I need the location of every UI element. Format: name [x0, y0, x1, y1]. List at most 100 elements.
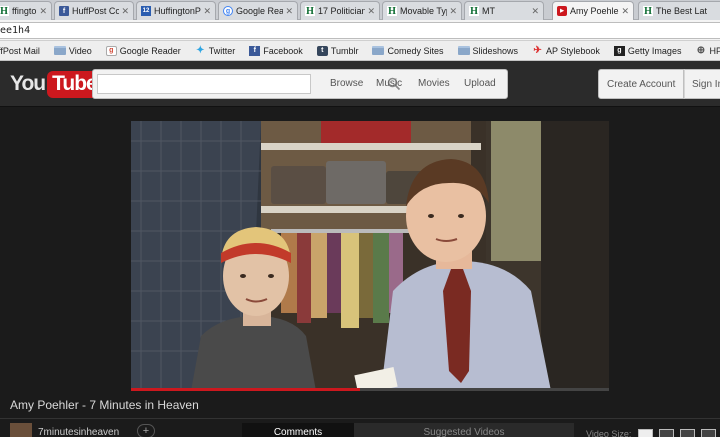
folder-icon [372, 46, 385, 55]
close-icon[interactable]: ✕ [39, 6, 47, 17]
bookmark-item[interactable]: t Tumblr [316, 45, 359, 56]
avatar[interactable] [10, 423, 32, 437]
browser-tab[interactable]: g Google Read ✕ [218, 1, 298, 20]
video-progress-fill [131, 388, 361, 391]
browser-tab[interactable]: H 17 Politician ✕ [300, 1, 380, 20]
bookmark-item[interactable]: g Getty Images [613, 45, 682, 56]
bookmarks-bar: ffPost Mail Video g Google Reader ✦ Twit… [0, 41, 720, 61]
google-reader-icon: g [105, 45, 117, 56]
url-input[interactable]: ee1h4 [0, 22, 720, 39]
bookmark-folder[interactable]: Video [53, 45, 92, 56]
video-size-small-button[interactable] [638, 429, 653, 437]
video-frame [131, 121, 609, 391]
bookmark-label: HP Sh [709, 45, 720, 56]
h-icon: H [387, 5, 397, 17]
bookmark-folder[interactable]: Comedy Sites [372, 45, 444, 56]
folder-icon [457, 46, 470, 55]
video-tabs: Comments Suggested Videos [242, 423, 574, 437]
video-title: Amy Poehler - 7 Minutes in Heaven [10, 398, 199, 412]
ap-icon: ✈ [533, 45, 542, 56]
video-size-label: Video Size: [586, 429, 632, 437]
video-actions-bar: 7minutesinheaven + Comments Suggested Vi… [0, 418, 720, 437]
nav-upload[interactable]: Upload [464, 78, 496, 89]
bookmark-label: Twitter [208, 45, 236, 56]
tab-title: The Best Lat [656, 6, 708, 16]
video-size-large-button[interactable] [680, 429, 695, 437]
nav-movies[interactable]: Movies [418, 78, 450, 89]
h-icon: H [305, 5, 315, 17]
tab-title: 17 Politician [318, 6, 366, 16]
bookmark-label: Tumblr [330, 45, 359, 56]
close-icon[interactable]: ✕ [121, 6, 129, 17]
close-icon[interactable]: ✕ [449, 6, 457, 17]
nav-music[interactable]: Music [376, 78, 402, 89]
close-icon[interactable]: ✕ [285, 6, 293, 17]
tab-title: ffington P [12, 6, 37, 16]
search-bar: Browse Music Movies Upload [92, 69, 508, 99]
google-icon: g [223, 6, 233, 16]
close-icon[interactable]: ✕ [203, 6, 211, 17]
bookmark-label: Slideshows [472, 45, 519, 56]
tab-suggested-videos[interactable]: Suggested Videos [354, 423, 574, 437]
tab-title: HuffPost Co [72, 6, 120, 16]
bookmark-item[interactable]: ✈ AP Stylebook [532, 45, 600, 56]
tab-title: HuffingtonP [154, 6, 201, 16]
youtube-logo[interactable]: You Tube [10, 69, 102, 99]
bookmark-folder[interactable]: Slideshows [457, 45, 519, 56]
tab-comments[interactable]: Comments [242, 423, 354, 437]
watch-page: Amy Poehler - 7 Minutes in Heaven 7minut… [0, 107, 720, 437]
browser-tab[interactable]: f HuffPost Co ✕ [54, 1, 134, 20]
h-icon: H [0, 5, 9, 17]
hp-icon: ⊕ [696, 45, 706, 56]
bookmark-item[interactable]: ⊕ HP Sh [695, 45, 720, 56]
bookmark-item[interactable]: g Google Reader [105, 45, 181, 56]
create-account-button[interactable]: Create Account [598, 69, 684, 99]
bookmark-item[interactable]: ✦ Twitter [195, 45, 236, 56]
browser-tab[interactable]: 12 HuffingtonP ✕ [136, 1, 216, 20]
sign-in-button[interactable]: Sign In [684, 69, 720, 99]
browser-tab[interactable]: H The Best Lat [638, 1, 720, 20]
getty-icon: g [613, 45, 625, 56]
youtube-icon: ▶ [557, 6, 567, 16]
bookmark-label: Comedy Sites [387, 45, 444, 56]
close-icon[interactable]: ✕ [367, 6, 375, 17]
search-input[interactable] [97, 74, 311, 94]
bookmark-label: Google Reader [119, 45, 181, 56]
facebook-icon: f [59, 6, 69, 16]
tab-title: MT [482, 6, 495, 16]
bookmark-item[interactable]: f Facebook [249, 45, 303, 56]
tumblr-icon: t [316, 45, 328, 56]
video-player[interactable] [131, 121, 609, 391]
twitter-icon: ✦ [196, 45, 205, 56]
bookmark-label: ffPost Mail [0, 45, 40, 56]
browser-tab[interactable]: H MT ✕ [464, 1, 544, 20]
browser-tab-strip: H ffington P ✕ f HuffPost Co ✕ 12 Huffin… [0, 0, 720, 20]
close-icon[interactable]: ✕ [531, 6, 539, 17]
video-progress-bar[interactable] [131, 388, 609, 391]
tab-title: Amy Poehle [570, 6, 619, 16]
bookmark-label: AP Stylebook [546, 45, 600, 56]
tab-title: Movable Typ [400, 6, 448, 16]
calendar-12-icon: 12 [141, 6, 151, 16]
youtube-header: You Tube Browse Music Movies Upload Crea… [0, 61, 720, 107]
subscribe-button[interactable]: + [137, 424, 155, 437]
video-size-full-button[interactable] [701, 429, 716, 437]
nav-browse[interactable]: Browse [330, 78, 363, 89]
bookmark-item[interactable]: ffPost Mail [0, 46, 40, 56]
close-icon[interactable]: ✕ [621, 6, 629, 17]
browser-tab-active[interactable]: ▶ Amy Poehle ✕ [552, 1, 634, 20]
channel-name[interactable]: 7minutesinheaven [38, 427, 119, 437]
video-size-medium-button[interactable] [659, 429, 674, 437]
facebook-icon: f [249, 45, 261, 56]
bookmark-label: Getty Images [627, 45, 682, 56]
folder-icon [53, 46, 66, 55]
h-icon: H [469, 5, 479, 17]
browser-tab[interactable]: H ffington P ✕ [0, 1, 52, 20]
address-bar: ee1h4 [0, 20, 720, 41]
tab-title: Google Read [236, 6, 283, 16]
browser-tab[interactable]: H Movable Typ ✕ [382, 1, 462, 20]
bookmark-label: Facebook [263, 45, 303, 56]
h-icon: H [643, 5, 653, 17]
logo-you: You [10, 72, 46, 95]
bookmark-label: Video [68, 45, 92, 56]
